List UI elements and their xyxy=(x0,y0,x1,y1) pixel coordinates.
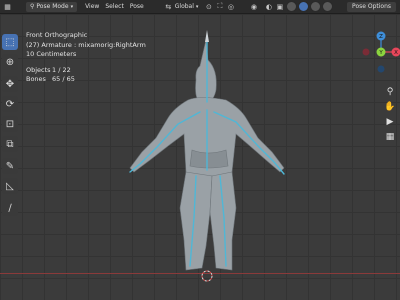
gizmo-neg-x-axis xyxy=(362,48,370,56)
material-shading-icon[interactable] xyxy=(310,1,322,12)
orientation-icon: ⇆ xyxy=(165,2,172,11)
chevron-down-icon: ▾ xyxy=(195,3,199,10)
overlays-icon[interactable]: ◐ xyxy=(264,2,273,11)
grid-scale: 10 Centimeters xyxy=(26,50,77,58)
transform-tool-icon[interactable]: ⧉ xyxy=(2,136,18,152)
camera-icon[interactable]: ▶ xyxy=(384,116,396,128)
gizmo-y-label: Y xyxy=(378,50,383,56)
viewport-nav-icons: ⚲ ✋ ▶ ▦ xyxy=(384,86,398,146)
viewport-header: ▦ ⚲ Pose Mode ▾ View Select Pose ⇆ Globa… xyxy=(0,0,400,14)
gizmo-z-label: Z xyxy=(379,34,383,40)
objects-stat: Objects 1 / 22 xyxy=(26,66,146,76)
transform-orientation-dropdown[interactable]: Global ▾ xyxy=(175,3,199,10)
editor-type-icon[interactable]: ▦ xyxy=(3,2,12,11)
select-box-tool-icon[interactable]: ⬚ xyxy=(2,34,18,50)
move-tool-icon[interactable]: ✥ xyxy=(2,76,18,92)
zoom-icon[interactable]: ⚲ xyxy=(384,86,396,98)
transform-orientation-label: Global xyxy=(174,3,194,10)
proportional-icon[interactable]: ◎ xyxy=(226,2,235,11)
viewport-info-overlay: Front Orthographic (27) Armature : mixam… xyxy=(26,31,146,85)
view-name: Front Orthographic xyxy=(26,31,88,39)
pivot-icon[interactable]: ⊙ xyxy=(204,2,213,11)
head-bone xyxy=(205,30,209,42)
mode-icon: ⚲ xyxy=(30,3,35,10)
grid-view-icon[interactable]: ▦ xyxy=(384,131,396,143)
annotate-tool-icon[interactable]: ✎ xyxy=(2,158,18,174)
shading-modes xyxy=(286,1,334,12)
mode-label: Pose Mode xyxy=(36,3,69,10)
bones-value: 65 / 65 xyxy=(52,75,75,83)
chevron-down-icon: ▾ xyxy=(70,3,74,10)
xray-icon[interactable]: ▣ xyxy=(275,2,284,11)
3d-cursor-icon xyxy=(201,270,213,282)
gizmo-neg-z-axis xyxy=(377,65,385,73)
menu-bar: View Select Pose xyxy=(85,3,150,10)
navigation-gizmo[interactable]: Z Y X xyxy=(356,26,400,82)
snap-icon[interactable]: ⛶ xyxy=(215,2,224,11)
menu-pose[interactable]: Pose xyxy=(130,3,144,10)
rotate-tool-icon[interactable]: ⟳ xyxy=(2,96,18,112)
measure-tool-icon[interactable]: ◺ xyxy=(2,178,18,194)
rendered-shading-icon[interactable] xyxy=(322,1,334,12)
active-object: (27) Armature : mixamorig:RightArm xyxy=(26,40,146,49)
bone-tool-icon[interactable]: ∕ xyxy=(2,200,18,216)
visibility-icon[interactable]: ◉ xyxy=(249,2,258,11)
gizmo-x-label: X xyxy=(394,50,398,56)
left-toolbar: ⬚ ⊕ ✥ ⟳ ⊡ ⧉ ✎ ◺ ∕ xyxy=(0,14,20,216)
menu-view[interactable]: View xyxy=(85,3,99,10)
wireframe-shading-icon[interactable] xyxy=(286,1,298,12)
objects-value: 1 / 22 xyxy=(52,65,71,74)
pose-options-button[interactable]: Pose Options xyxy=(347,1,396,12)
objects-label: Objects xyxy=(26,65,51,74)
bones-label: Bones xyxy=(26,75,46,83)
menu-select[interactable]: Select xyxy=(105,3,124,10)
bones-stat: Bones 65 / 65 xyxy=(26,75,146,85)
cursor-tool-icon[interactable]: ⊕ xyxy=(2,54,18,70)
pan-hand-icon[interactable]: ✋ xyxy=(384,101,396,113)
mode-selector[interactable]: ⚲ Pose Mode ▾ xyxy=(26,1,78,12)
scale-tool-icon[interactable]: ⊡ xyxy=(2,116,18,132)
solid-shading-icon[interactable] xyxy=(298,1,310,12)
